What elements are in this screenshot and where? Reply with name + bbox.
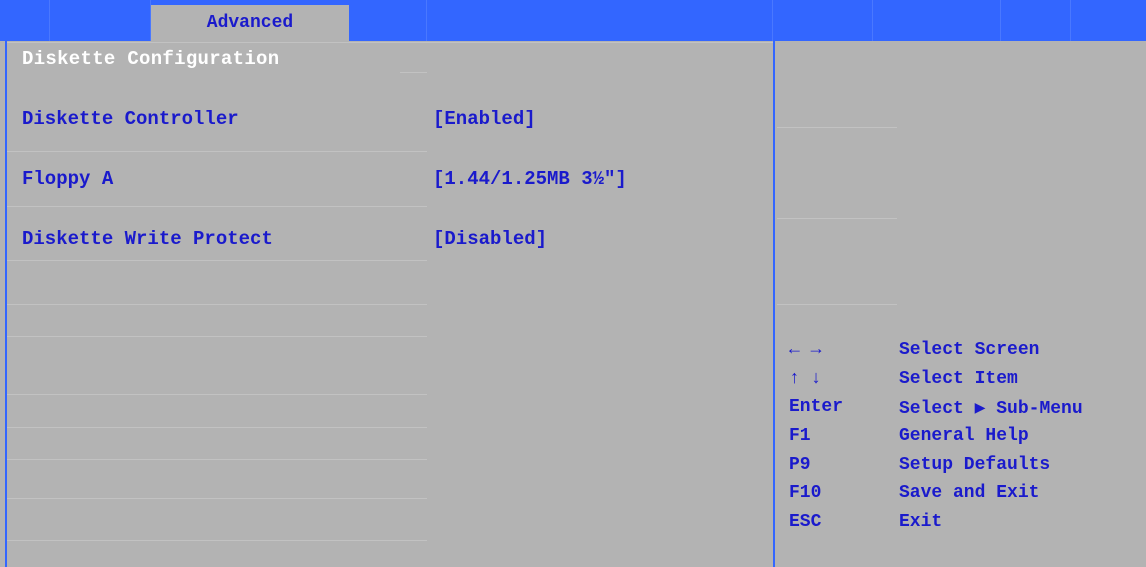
help-description: Select Screen [899, 340, 1040, 360]
menu-bar-segment [349, 0, 427, 41]
help-row: F1 General Help [789, 426, 1139, 455]
panel-divider [773, 41, 775, 567]
row-line [7, 427, 427, 428]
help-key: F1 [789, 426, 811, 447]
menu-bar-segment [873, 0, 1001, 41]
row-line [7, 394, 427, 395]
help-row: F10 Save and Exit [789, 483, 1139, 512]
row-line [7, 151, 427, 152]
help-description: General Help [899, 426, 1029, 447]
diskette-controller-value[interactable]: [Enabled] [433, 108, 536, 130]
help-description: Select ▶ Sub-Menu [899, 399, 1083, 420]
arrows-up-down-icon: ↑ ↓ [789, 368, 822, 389]
help-description: Exit [899, 512, 943, 533]
help-row: P9 Setup Defaults [789, 455, 1139, 484]
row-line [7, 304, 427, 305]
menu-bar: Advanced [0, 0, 1146, 41]
help-key: Enter [789, 397, 844, 418]
help-legend: ← → Select Screen ↑ ↓ Select Item Enter … [789, 340, 1139, 541]
menu-bar-segment [50, 0, 151, 41]
row-line [7, 336, 427, 337]
menu-bar-segment [1001, 0, 1071, 41]
row-line [7, 206, 427, 207]
diskette-write-protect-value[interactable]: [Disabled] [433, 228, 547, 250]
help-row: ↑ ↓ Select Item [789, 369, 1139, 398]
row-line [777, 304, 897, 305]
row-line [777, 127, 897, 128]
menu-bar-segment [773, 0, 873, 41]
tab-advanced[interactable]: Advanced [151, 5, 349, 41]
help-key: F10 [789, 483, 822, 504]
row-line [400, 72, 427, 73]
bios-setup-screen: Advanced Diskette Configuration Diskette… [0, 0, 1146, 567]
help-description: Select Item [899, 368, 1018, 389]
menu-bar-segment [427, 0, 773, 41]
help-description: Setup Defaults [899, 454, 1051, 475]
help-description: Save and Exit [899, 483, 1040, 504]
row-line [7, 260, 427, 261]
menu-bar-segment [1071, 0, 1146, 41]
row-line [7, 42, 773, 43]
diskette-controller-label[interactable]: Diskette Controller [22, 108, 239, 130]
help-key: P9 [789, 454, 811, 475]
page-title: Diskette Configuration [22, 48, 280, 70]
help-row: ESC Exit [789, 512, 1139, 541]
floppy-a-value[interactable]: [1.44/1.25MB 3½"] [433, 168, 627, 190]
diskette-write-protect-label[interactable]: Diskette Write Protect [22, 228, 273, 250]
row-line [7, 540, 427, 541]
help-row: ← → Select Screen [789, 340, 1139, 369]
arrows-left-right-icon: ← → [789, 340, 822, 360]
row-line [777, 218, 897, 219]
row-line [7, 498, 427, 499]
menu-bar-segment [0, 0, 50, 41]
help-key: ESC [789, 512, 822, 533]
floppy-a-label[interactable]: Floppy A [22, 168, 113, 190]
help-row: Enter Select ▶ Sub-Menu [789, 397, 1139, 426]
row-line [7, 459, 427, 460]
